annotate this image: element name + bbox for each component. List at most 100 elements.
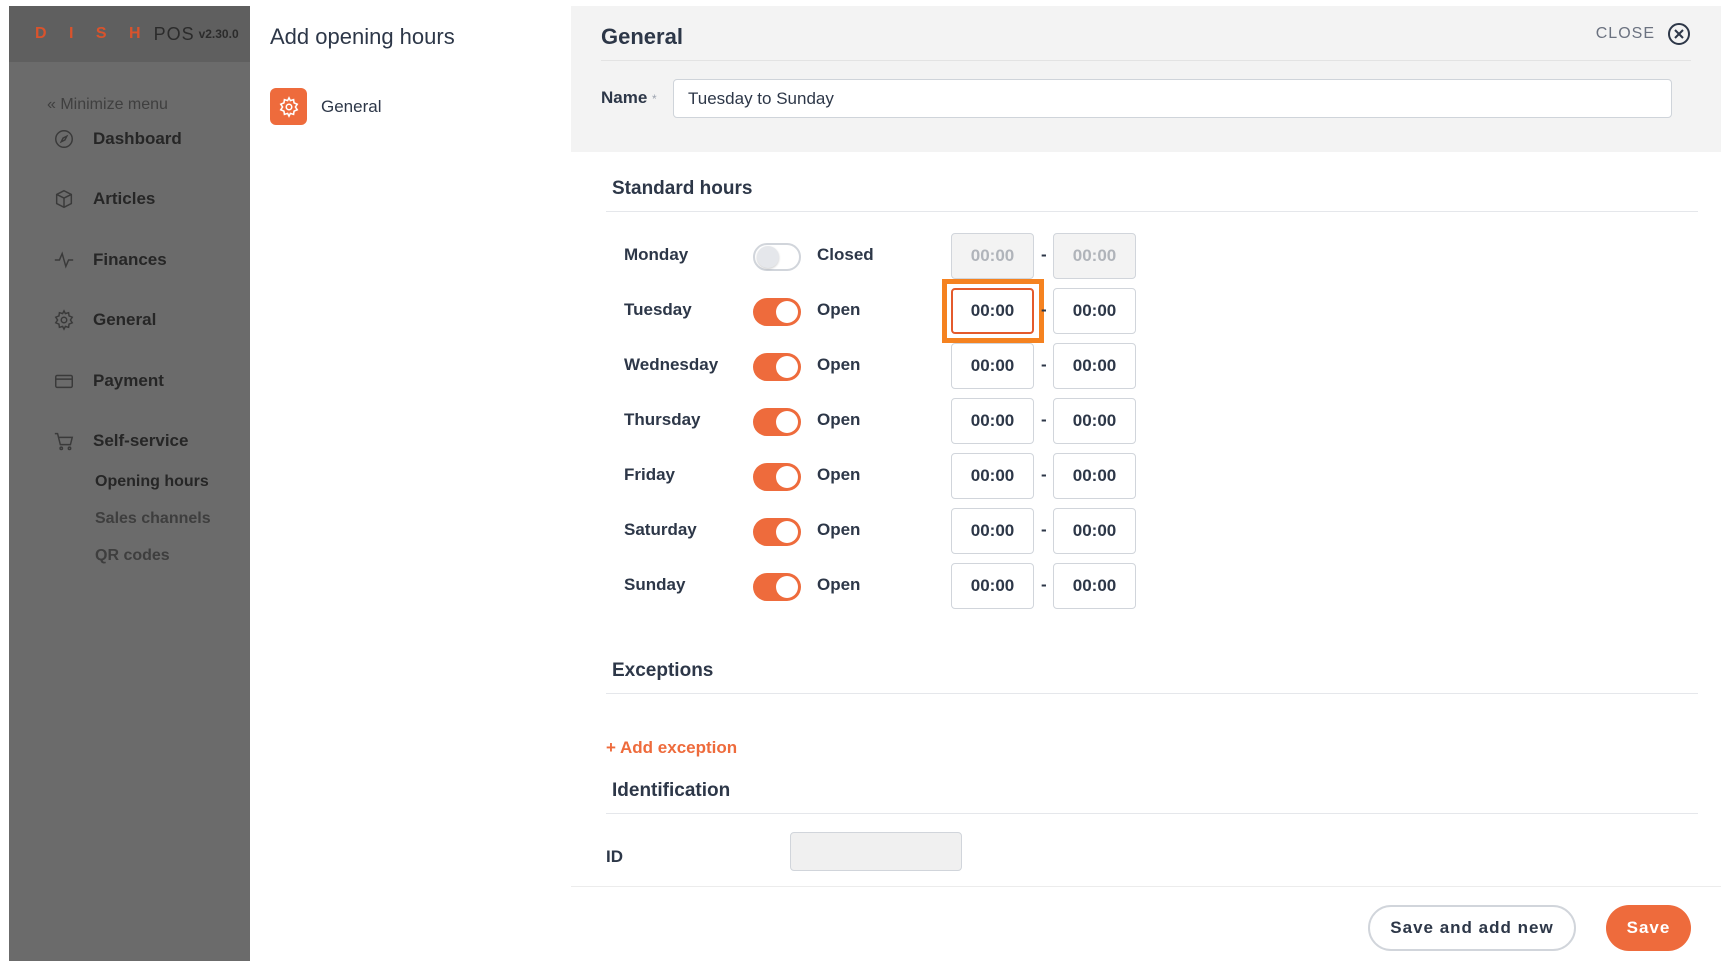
start-time-input[interactable] <box>951 453 1034 499</box>
day-row-monday: Monday Closed - <box>571 233 1721 279</box>
day-name: Saturday <box>624 520 697 539</box>
open-toggle[interactable] <box>753 463 801 491</box>
divider <box>601 60 1691 61</box>
time-separator: - <box>1041 300 1047 319</box>
form-title: General <box>601 24 683 49</box>
gear-icon <box>279 95 298 118</box>
start-time-input[interactable] <box>951 288 1034 334</box>
panel-title: Add opening hours <box>270 24 455 49</box>
sidebar-subitem-opening-hours[interactable]: Opening hours <box>95 473 209 491</box>
start-time-input[interactable] <box>951 233 1034 279</box>
card-icon <box>55 374 73 389</box>
brand-logo: D I S H <box>35 25 150 42</box>
day-name: Wednesday <box>624 355 719 374</box>
day-status: Open <box>817 300 861 319</box>
open-toggle[interactable] <box>753 298 801 326</box>
minimize-menu-button[interactable]: « Minimize menu <box>47 96 168 114</box>
end-time-input[interactable] <box>1053 563 1136 609</box>
step-label: General <box>321 96 382 116</box>
time-separator: - <box>1041 575 1047 594</box>
box-icon <box>55 189 73 209</box>
open-toggle[interactable] <box>753 518 801 546</box>
day-name: Friday <box>624 465 676 484</box>
step-general[interactable]: General <box>270 88 381 125</box>
version-label: v2.30.0 <box>198 27 239 41</box>
form-header: General CLOSE Name * <box>571 6 1721 152</box>
close-label: CLOSE <box>1595 25 1655 42</box>
end-time-input[interactable] <box>1053 233 1136 279</box>
form-footer: Save and add new Save <box>571 886 1721 961</box>
save-button[interactable]: Save <box>1606 905 1691 951</box>
start-time-input[interactable] <box>951 563 1034 609</box>
day-status: Open <box>817 465 861 484</box>
name-input[interactable] <box>673 79 1672 118</box>
step-icon-box <box>270 88 307 125</box>
day-row-sunday: Sunday Open - <box>571 563 1721 609</box>
sidebar-item-payment[interactable]: Payment <box>53 370 164 392</box>
sidebar-item-finances[interactable]: Finances <box>53 249 167 271</box>
day-name: Thursday <box>624 410 701 429</box>
start-time-input[interactable] <box>951 508 1034 554</box>
close-icon <box>1668 23 1690 45</box>
identification-heading: Identification <box>612 780 731 801</box>
open-toggle[interactable] <box>753 408 801 436</box>
sidebar-item-label: Dashboard <box>93 129 182 148</box>
brand-bar: D I S H POS v2.30.0 <box>9 6 250 62</box>
cart-icon <box>54 432 74 451</box>
save-and-add-new-button[interactable]: Save and add new <box>1368 905 1576 951</box>
day-status: Open <box>817 410 861 429</box>
sidebar-item-articles[interactable]: Articles <box>53 188 155 210</box>
day-status: Open <box>817 520 861 539</box>
end-time-input[interactable] <box>1053 398 1136 444</box>
day-row-friday: Friday Open - <box>571 453 1721 499</box>
time-separator: - <box>1041 355 1047 374</box>
open-toggle[interactable] <box>753 353 801 381</box>
day-name: Tuesday <box>624 300 692 319</box>
day-status: Open <box>817 355 861 374</box>
end-time-input[interactable] <box>1053 343 1136 389</box>
time-separator: - <box>1041 245 1047 264</box>
steps-panel: Add opening hours General <box>250 6 571 961</box>
id-input[interactable] <box>790 832 962 871</box>
sidebar-item-label: General <box>93 310 157 329</box>
day-row-wednesday: Wednesday Open - <box>571 343 1721 389</box>
day-row-saturday: Saturday Open - <box>571 508 1721 554</box>
close-button[interactable]: CLOSE <box>1596 22 1691 46</box>
sidebar-item-label: Self-service <box>93 431 189 450</box>
day-name: Sunday <box>624 575 686 594</box>
time-separator: - <box>1041 410 1047 429</box>
sidebar-subitem-sales-channels[interactable]: Sales channels <box>95 510 211 528</box>
open-toggle[interactable] <box>753 573 801 601</box>
day-status: Open <box>817 575 861 594</box>
gear-icon <box>54 309 74 331</box>
sidebar-item-dashboard[interactable]: Dashboard <box>53 128 182 150</box>
standard-hours-heading: Standard hours <box>612 178 753 199</box>
divider <box>606 813 1698 814</box>
product-name: POS <box>153 23 195 44</box>
sidebar-item-self-service[interactable]: Self-service <box>53 430 188 452</box>
day-name: Monday <box>624 245 689 264</box>
open-toggle[interactable] <box>753 243 801 271</box>
start-time-input[interactable] <box>951 398 1034 444</box>
sidebar-item-label: Articles <box>93 189 156 208</box>
day-status: Closed <box>817 245 874 264</box>
sidebar-item-general[interactable]: General <box>53 309 156 331</box>
end-time-input[interactable] <box>1053 288 1136 334</box>
sidebar-item-label: Payment <box>93 371 164 390</box>
name-label: Name * <box>601 88 657 107</box>
id-label: ID <box>606 847 623 866</box>
day-row-tuesday: Tuesday Open - <box>571 279 1721 343</box>
divider <box>606 693 1698 694</box>
sidebar-subitem-qr-codes[interactable]: QR codes <box>95 547 170 565</box>
activity-icon <box>54 251 74 269</box>
start-time-input[interactable] <box>951 343 1034 389</box>
compass-icon <box>55 130 73 148</box>
divider <box>606 211 1698 212</box>
end-time-input[interactable] <box>1053 508 1136 554</box>
sidebar: D I S H POS v2.30.0 « Minimize menu Dash… <box>9 6 250 961</box>
day-row-thursday: Thursday Open - <box>571 398 1721 444</box>
end-time-input[interactable] <box>1053 453 1136 499</box>
add-exception-link[interactable]: + Add exception <box>606 738 737 758</box>
form-panel: General CLOSE Name * Standard hours Mond… <box>571 6 1721 961</box>
time-separator: - <box>1041 465 1047 484</box>
